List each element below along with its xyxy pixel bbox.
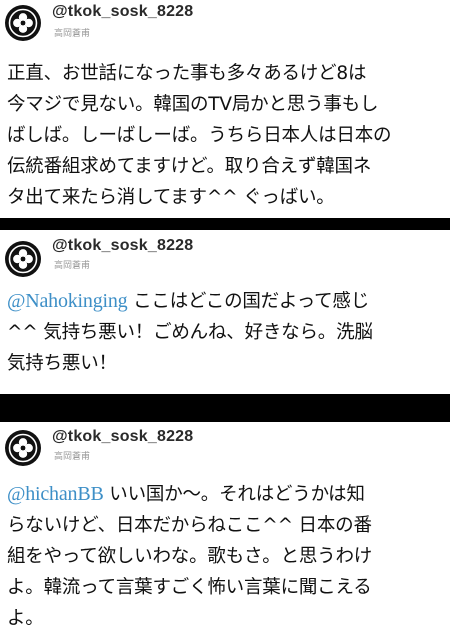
- user-display-name: 高岡蒼甫: [54, 452, 91, 462]
- tweet-card: @tkok_sosk_8228 高岡蒼甫 @Nahokinging ここはどこの…: [0, 230, 450, 394]
- tweet-text-fragment: いい国か～。それはどうかは知: [103, 484, 365, 505]
- tweet-card: @tkok_sosk_8228 高岡蒼甫 @hichanBB いい国か～。それは…: [0, 422, 450, 634]
- tweet-text-fragment: ここはどこの国だよって感じ: [127, 291, 369, 312]
- tweet-text-line: 今マジで見ない。韓国のTV局かと思う事もし: [7, 94, 379, 115]
- tweet-card: @tkok_sosk_8228 高岡蒼甫 正直、お世話になった事も多々あるけど8…: [0, 0, 450, 218]
- tweet-text-line: 正直、お世話になった事も多々あるけど8は: [7, 63, 367, 84]
- crest-avatar-icon: [8, 8, 38, 38]
- avatar[interactable]: [5, 5, 41, 41]
- tweet-text-line: ^^ 気持ち悪い！ごめんね、好きなら。洗脳: [7, 322, 373, 343]
- tweet-text: 正直、お世話になった事も多々あるけど8は 今マジで見ない。韓国のTV局かと思う事…: [7, 58, 446, 213]
- tweet-text-line: @hichanBB いい国か～。それはどうかは知: [7, 479, 446, 510]
- tweet-text-line: @Nahokinging ここはどこの国だよって感じ: [7, 286, 446, 317]
- avatar[interactable]: [5, 430, 41, 466]
- user-handle-link[interactable]: @tkok_sosk_8228: [52, 237, 193, 255]
- tweet-text-line: タ出て来たら消してます^^ ぐっばい。: [7, 187, 335, 208]
- separator-bar: [0, 218, 450, 230]
- tweet-text: @hichanBB いい国か～。それはどうかは知 らないけど、日本だからねここ^…: [7, 479, 446, 634]
- crest-avatar-icon: [8, 433, 38, 463]
- tweet-text-line: ばしば。しーばしーば。うちら日本人は日本の: [7, 125, 392, 146]
- user-handle-link[interactable]: @tkok_sosk_8228: [52, 3, 193, 21]
- tweet-text-line: よ。: [7, 608, 44, 629]
- user-display-name: 高岡蒼甫: [54, 261, 91, 271]
- mention-link[interactable]: @hichanBB: [7, 483, 104, 505]
- mention-link[interactable]: @Nahokinging: [7, 290, 128, 312]
- separator-bar: [0, 394, 450, 422]
- tweet-text-line: 組をやって欲しいわな。歌もさ。と思うわけ: [7, 546, 373, 567]
- tweet-text-line: らないけど、日本だからねここ^^ 日本の番: [7, 515, 372, 536]
- crest-avatar-icon: [8, 244, 38, 274]
- user-handle-link[interactable]: @tkok_sosk_8228: [52, 428, 193, 446]
- tweet-text-line: よ。韓流って言葉すごく怖い言葉に聞こえる: [7, 577, 372, 598]
- tweet-text: @Nahokinging ここはどこの国だよって感じ ^^ 気持ち悪い！ごめんね…: [7, 286, 446, 379]
- tweet-text-line: 伝統番組求めてますけど。取り合えず韓国ネ: [7, 156, 372, 177]
- avatar[interactable]: [5, 241, 41, 277]
- tweet-text-line: 気持ち悪い！: [7, 353, 117, 374]
- user-display-name: 高岡蒼甫: [54, 29, 91, 39]
